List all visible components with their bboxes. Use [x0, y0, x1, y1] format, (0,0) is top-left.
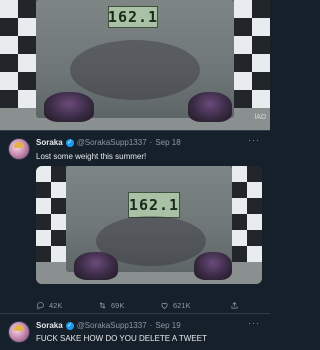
more-options-icon[interactable]: ···: [248, 135, 260, 145]
reply-icon: [37, 302, 44, 310]
tweet-text: Lost some weight this summer!: [36, 152, 147, 161]
tweet-header: Soraka ✓ @SorakaSupp1337 · Sep 18: [36, 138, 181, 147]
right-foot: [188, 92, 232, 122]
verified-badge-icon: ✓: [65, 138, 74, 147]
tweet-text: FUCK SAKE HOW DO YOU DELETE A TWEET: [36, 334, 207, 343]
left-foot: [74, 252, 118, 280]
share-icon: [231, 301, 238, 309]
like-count: 621K: [173, 301, 191, 310]
share-button[interactable]: [230, 301, 239, 310]
like-icon: [161, 302, 168, 309]
display-name[interactable]: Soraka: [36, 138, 63, 147]
retweet-count: 69K: [111, 301, 125, 310]
retweet-button[interactable]: 69K: [98, 301, 160, 310]
divider: [0, 130, 270, 131]
handle[interactable]: @SorakaSupp1337: [77, 138, 147, 147]
reply-button[interactable]: 42K: [36, 301, 98, 310]
separator: ·: [149, 321, 153, 330]
like-button[interactable]: 621K: [160, 301, 230, 310]
top-scale-photo: 162.1 lAD: [0, 0, 270, 130]
tweet-image[interactable]: 162.1: [36, 166, 262, 284]
right-foot: [194, 252, 232, 280]
watermark: lAD: [254, 114, 266, 121]
verified-badge-icon: ✓: [65, 321, 74, 330]
more-options-icon[interactable]: ···: [248, 318, 260, 328]
retweet-icon: [99, 302, 106, 309]
separator: ·: [149, 138, 153, 147]
scale-display: 162.1: [128, 192, 180, 218]
timestamp[interactable]: Sep 19: [155, 321, 180, 330]
reflection: [70, 40, 200, 100]
avatar[interactable]: [8, 138, 30, 160]
left-foot: [44, 92, 94, 122]
tweet-header: Soraka ✓ @SorakaSupp1337 · Sep 19: [36, 321, 181, 330]
tweet-actions: 42K 69K 621K: [36, 301, 262, 310]
display-name[interactable]: Soraka: [36, 321, 63, 330]
avatar[interactable]: [8, 321, 30, 343]
reply-count: 42K: [49, 301, 63, 310]
handle[interactable]: @SorakaSupp1337: [77, 321, 147, 330]
scale-display: 162.1: [107, 6, 159, 28]
divider: [0, 313, 270, 314]
timestamp[interactable]: Sep 18: [155, 138, 180, 147]
